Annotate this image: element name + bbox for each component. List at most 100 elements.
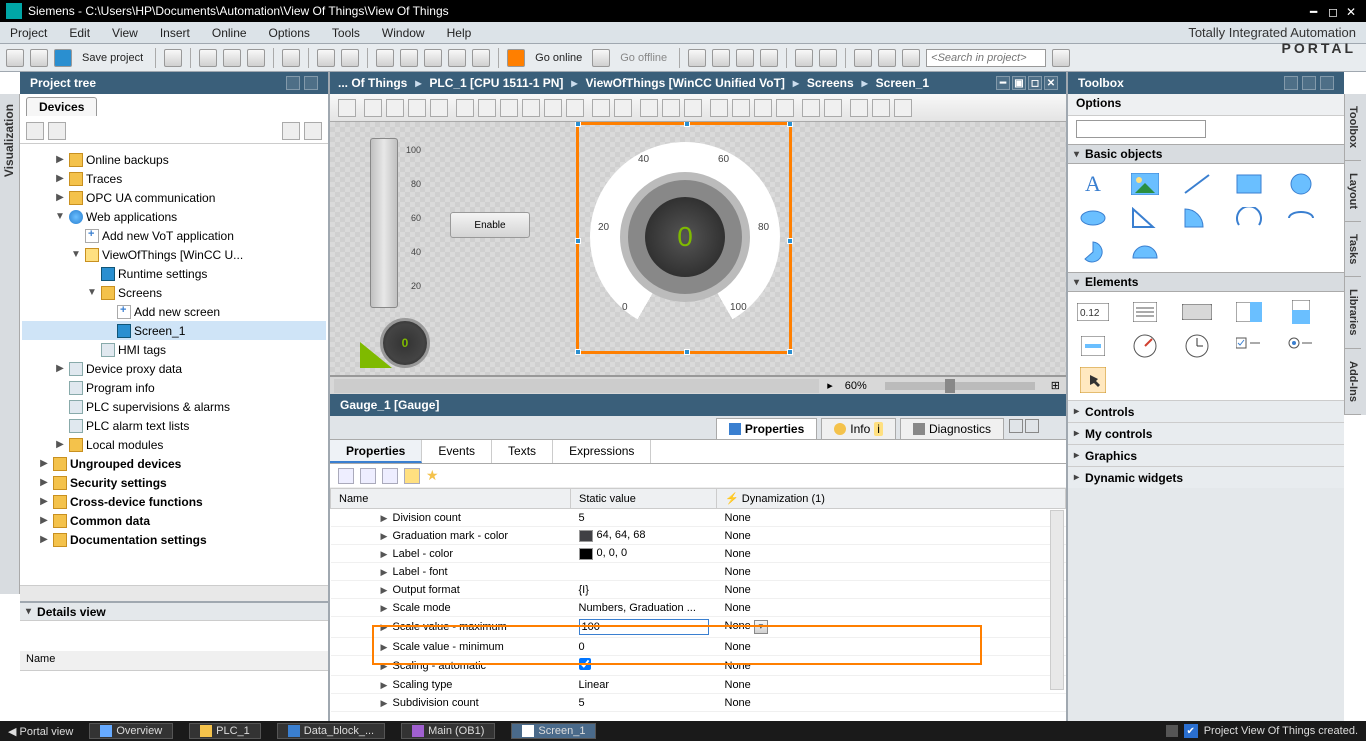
btab-plc1[interactable]: PLC_1 (189, 723, 261, 739)
search-go-button[interactable] (1052, 49, 1070, 67)
xref2-button[interactable] (902, 49, 920, 67)
device-config-button[interactable] (712, 49, 730, 67)
half-ellipse-object[interactable] (1128, 240, 1162, 264)
paste-button[interactable] (247, 49, 265, 67)
tree-node[interactable]: ▶Ungrouped devices (22, 454, 326, 473)
ct-rotate-l[interactable] (364, 99, 382, 117)
ct-align-b[interactable] (566, 99, 584, 117)
tree-node[interactable]: PLC supervisions & alarms (22, 397, 326, 416)
prop-row[interactable]: ▶Scale value - maximumNone ▾ (331, 617, 1066, 638)
prop-row[interactable]: ▶Label - fontNone (331, 563, 1066, 581)
btab-datablock[interactable]: Data_block_... (277, 723, 385, 739)
tree-node[interactable]: Add new screen (22, 302, 326, 321)
ct-select[interactable] (338, 99, 356, 117)
rectangle-object[interactable] (1232, 172, 1266, 196)
close-button[interactable]: ✕ (1346, 5, 1360, 17)
tab-properties[interactable]: Properties (716, 418, 817, 439)
project-tree[interactable]: ▶Online backups▶Traces▶OPC UA communicat… (20, 144, 328, 585)
prop-categorize[interactable] (360, 468, 376, 484)
elements-header[interactable]: ▾Elements (1068, 272, 1344, 292)
devices-tab[interactable]: Devices (26, 97, 97, 116)
slider-object[interactable] (1076, 334, 1110, 358)
arc-object[interactable] (1232, 206, 1266, 230)
undo-button[interactable] (317, 49, 335, 67)
new-project-button[interactable] (6, 49, 24, 67)
ct-align-m[interactable] (544, 99, 562, 117)
vtab-layout[interactable]: Layout (1345, 161, 1361, 222)
tab-info[interactable]: Info i (821, 418, 896, 439)
menu-edit[interactable]: Edit (69, 26, 90, 40)
upload-button[interactable] (400, 49, 418, 67)
tree-node[interactable]: ▼ViewOfThings [WinCC U... (22, 245, 326, 264)
tree-node[interactable]: ▶Documentation settings (22, 530, 326, 549)
tree-node[interactable]: ▶OPC UA communication (22, 188, 326, 207)
maximize-button[interactable]: ◻ (1328, 5, 1342, 17)
start-runtime-button[interactable] (472, 49, 490, 67)
tree-node[interactable]: Add new VoT application (22, 226, 326, 245)
prop-checkbox[interactable] (579, 658, 591, 670)
col-static[interactable]: Static value (571, 489, 717, 509)
cpu-button[interactable] (736, 49, 754, 67)
ct-same-wh[interactable] (684, 99, 702, 117)
prop-row[interactable]: ▶Subdivision count5None (331, 694, 1066, 712)
tree-list-button[interactable] (304, 122, 322, 140)
bar-object[interactable] (1284, 300, 1318, 324)
tree-node[interactable]: ▶Security settings (22, 473, 326, 492)
accessible-devices-button[interactable] (688, 49, 706, 67)
go-online-label[interactable]: Go online (531, 52, 586, 64)
tab-diagnostics[interactable]: Diagnostics (900, 418, 1004, 439)
prop-vscroll[interactable] (1050, 510, 1064, 690)
prop-row[interactable]: ▶Label - color0, 0, 0None (331, 545, 1066, 563)
menu-window[interactable]: Window (382, 26, 425, 40)
prop-row[interactable]: ▶Scaling typeLinearNone (331, 676, 1066, 694)
pie-object[interactable] (1076, 240, 1110, 264)
ct-align-l[interactable] (456, 99, 474, 117)
col-name[interactable]: Name (331, 489, 571, 509)
col-dyn[interactable]: ⚡ Dynamization (1) (717, 489, 1066, 509)
simulate-button[interactable] (448, 49, 466, 67)
menu-tools[interactable]: Tools (332, 26, 360, 40)
menu-insert[interactable]: Insert (160, 26, 190, 40)
go-online-icon[interactable] (507, 49, 525, 67)
property-table[interactable]: Name Static value ⚡ Dynamization (1) ▶Di… (330, 488, 1066, 721)
prop-row[interactable]: ▶Graduation mark - color64, 64, 68None (331, 527, 1066, 545)
prop-row[interactable]: ▶Scale value - minimum0None (331, 638, 1066, 656)
toolbox-combo[interactable] (1076, 120, 1206, 138)
insp-max-icon[interactable] (1025, 419, 1039, 433)
tree-node[interactable]: ▶Traces (22, 169, 326, 188)
ct-front[interactable] (710, 99, 728, 117)
triangle-object[interactable] (1128, 206, 1162, 230)
pt-collapse-icon[interactable] (286, 76, 300, 90)
touch-area-object[interactable] (1076, 368, 1110, 392)
ct-ungroup[interactable] (824, 99, 842, 117)
prop-value-input[interactable] (579, 619, 709, 635)
symbolic-io-object[interactable] (1232, 300, 1266, 324)
dynwidgets-section[interactable]: ▸Dynamic widgets (1068, 466, 1344, 488)
zoom-slider[interactable] (885, 382, 1035, 390)
prop-filter[interactable] (404, 468, 420, 484)
image-object[interactable] (1128, 172, 1162, 196)
mycontrols-section[interactable]: ▸My controls (1068, 422, 1344, 444)
ct-align-t[interactable] (522, 99, 540, 117)
checkbox-object[interactable] (1232, 334, 1266, 358)
tree-node[interactable]: ▶Local modules (22, 435, 326, 454)
tree-btn2[interactable] (48, 122, 66, 140)
controls-section[interactable]: ▸Controls (1068, 400, 1344, 422)
ct-more2[interactable] (872, 99, 890, 117)
canvas-hscroll[interactable] (334, 379, 819, 393)
ct-flip-v[interactable] (430, 99, 448, 117)
quarter-object[interactable] (1180, 206, 1214, 230)
tree-node[interactable]: PLC alarm text lists (22, 416, 326, 435)
insp-min-icon[interactable] (1009, 419, 1023, 433)
big-gauge[interactable]: 0 0 20 40 60 80 100 (590, 142, 780, 332)
ct-rotate-r[interactable] (386, 99, 404, 117)
clock-object[interactable] (1180, 334, 1214, 358)
pt-pin-icon[interactable] (304, 76, 318, 90)
left-vertical-tab[interactable]: Visualization (0, 94, 20, 594)
download-button[interactable] (376, 49, 394, 67)
zoom-fit-button[interactable]: ⊞ (1045, 379, 1066, 392)
btab-screen1[interactable]: Screen_1 (511, 723, 596, 739)
cross-ref-button[interactable] (854, 49, 872, 67)
vtab-tasks[interactable]: Tasks (1345, 222, 1361, 277)
open-project-button[interactable] (30, 49, 48, 67)
